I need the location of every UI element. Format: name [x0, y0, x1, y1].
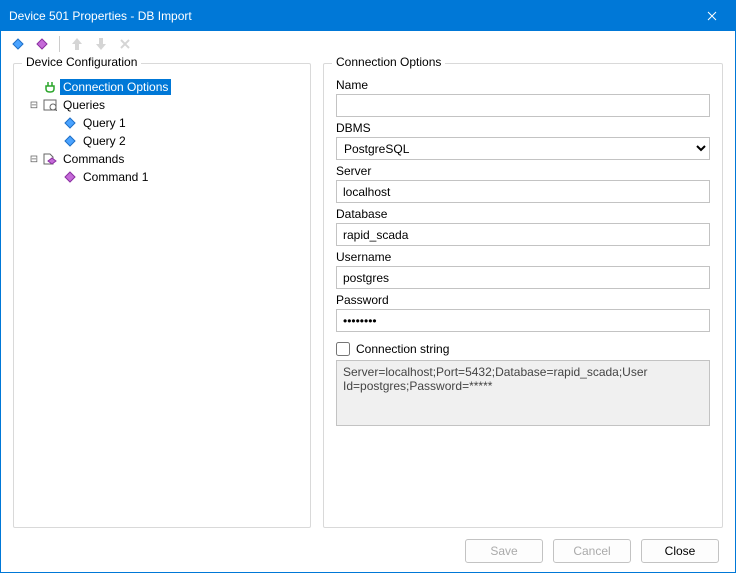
add-command-icon: [35, 37, 49, 51]
cancel-button[interactable]: Cancel: [553, 539, 631, 563]
database-label: Database: [336, 207, 710, 221]
connection-form: Name DBMS PostgreSQL Server Database Use…: [332, 74, 714, 426]
dbms-select[interactable]: PostgreSQL: [336, 137, 710, 160]
password-label: Password: [336, 293, 710, 307]
tree-label: Queries: [60, 97, 108, 113]
config-tree[interactable]: Connection Options ⊟ Queries Query 1: [22, 74, 302, 190]
queries-icon: [42, 97, 58, 113]
database-input[interactable]: [336, 223, 710, 246]
password-input[interactable]: [336, 309, 710, 332]
footer: Save Cancel Close: [1, 530, 735, 572]
add-command-button[interactable]: [33, 35, 51, 53]
add-query-icon: [11, 37, 25, 51]
tree-item-query-1[interactable]: Query 1: [24, 114, 300, 132]
commands-icon: [42, 151, 58, 167]
username-input[interactable]: [336, 266, 710, 289]
move-down-button[interactable]: [92, 35, 110, 53]
window: Device 501 Properties - DB Import Device…: [0, 0, 736, 573]
connection-options-legend: Connection Options: [332, 55, 445, 69]
connection-options-panel: Connection Options Name DBMS PostgreSQL …: [323, 63, 723, 528]
close-button[interactable]: Close: [641, 539, 719, 563]
add-query-button[interactable]: [9, 35, 27, 53]
username-label: Username: [336, 250, 710, 264]
arrow-down-icon: [95, 37, 107, 51]
save-button[interactable]: Save: [465, 539, 543, 563]
titlebar: Device 501 Properties - DB Import: [1, 1, 735, 31]
main-area: Device Configuration Connection Options …: [1, 57, 735, 530]
dbms-label: DBMS: [336, 121, 710, 135]
device-config-legend: Device Configuration: [22, 55, 141, 69]
name-input[interactable]: [336, 94, 710, 117]
close-icon: [707, 11, 717, 21]
tree-label: Query 1: [80, 115, 129, 131]
expander-icon[interactable]: ⊟: [28, 100, 40, 111]
device-config-panel: Device Configuration Connection Options …: [13, 63, 311, 528]
delete-icon: [119, 38, 131, 50]
query-icon: [62, 133, 78, 149]
connection-string-label: Connection string: [356, 342, 449, 356]
tree-item-commands[interactable]: ⊟ Commands: [24, 150, 300, 168]
arrow-up-icon: [71, 37, 83, 51]
query-icon: [62, 115, 78, 131]
tree-item-connection-options[interactable]: Connection Options: [24, 78, 300, 96]
server-input[interactable]: [336, 180, 710, 203]
tree-label: Command 1: [80, 169, 151, 185]
move-up-button[interactable]: [68, 35, 86, 53]
command-icon: [62, 169, 78, 185]
connection-string-row: Connection string: [336, 342, 710, 356]
tree-label: Commands: [60, 151, 127, 167]
connection-string-checkbox[interactable]: [336, 342, 350, 356]
server-label: Server: [336, 164, 710, 178]
tree-item-command-1[interactable]: Command 1: [24, 168, 300, 186]
window-title: Device 501 Properties - DB Import: [9, 9, 689, 23]
tree-item-queries[interactable]: ⊟ Queries: [24, 96, 300, 114]
close-window-button[interactable]: [689, 1, 735, 31]
toolbar: [1, 31, 735, 57]
tree-item-query-2[interactable]: Query 2: [24, 132, 300, 150]
name-label: Name: [336, 78, 710, 92]
delete-button[interactable]: [116, 35, 134, 53]
tree-label: Connection Options: [60, 79, 171, 95]
connection-icon: [42, 79, 58, 95]
connection-string-textarea[interactable]: [336, 360, 710, 426]
toolbar-separator: [59, 36, 60, 52]
tree-label: Query 2: [80, 133, 129, 149]
expander-icon[interactable]: ⊟: [28, 154, 40, 165]
